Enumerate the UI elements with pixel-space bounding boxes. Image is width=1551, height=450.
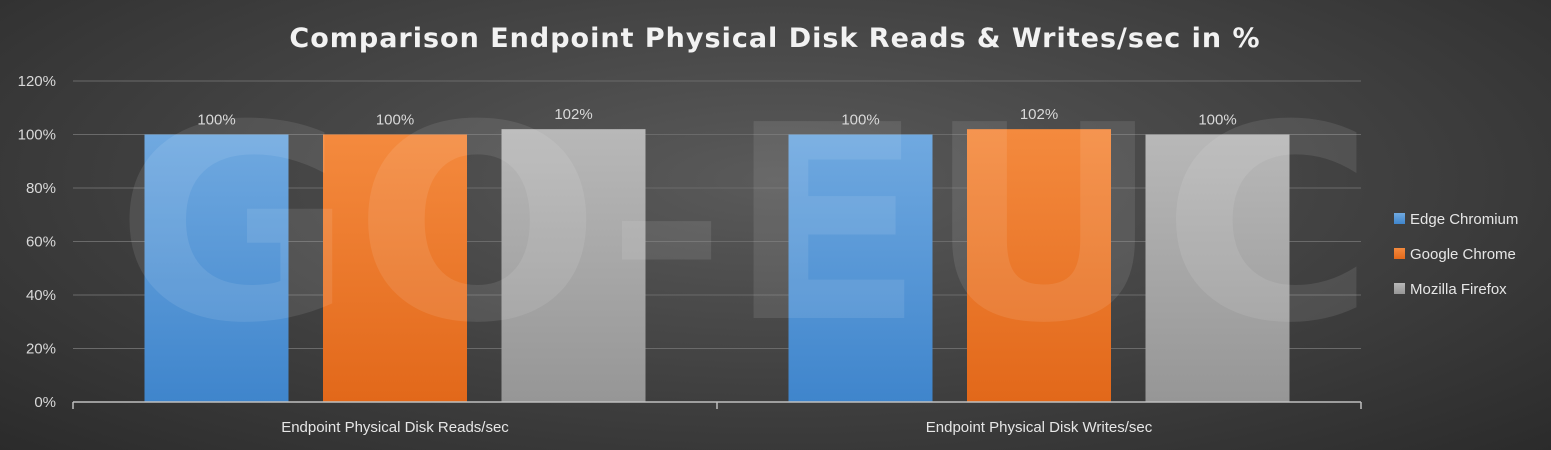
category-label: Endpoint Physical Disk Reads/sec [281, 419, 509, 436]
legend-label: Mozilla Firefox [1410, 281, 1507, 298]
legend-label: Google Chrome [1410, 246, 1516, 263]
data-label: 100% [841, 112, 879, 129]
y-tick-label: 80% [26, 180, 56, 197]
data-label: 100% [1198, 112, 1236, 129]
y-tick-label: 60% [26, 234, 56, 251]
y-tick-label: 0% [34, 394, 56, 411]
y-axis-ticks: 0% 20% 40% 60% 80% 100% 120% [18, 73, 56, 411]
data-label: 102% [1020, 106, 1058, 123]
category-label: Endpoint Physical Disk Writes/sec [926, 419, 1153, 436]
legend-swatch [1394, 283, 1405, 294]
legend-label: Edge Chromium [1410, 211, 1518, 228]
data-label: 100% [376, 112, 414, 129]
x-axis [72, 401, 1362, 409]
watermark-text: GO-EUC [115, 67, 1375, 382]
chart-title: Comparison Endpoint Physical Disk Reads … [289, 23, 1260, 54]
legend-swatch [1394, 213, 1405, 224]
chart: Comparison Endpoint Physical Disk Reads … [18, 23, 1519, 436]
watermark: GO-EUC [115, 67, 1375, 382]
category-labels: Endpoint Physical Disk Reads/sec Endpoint… [281, 419, 1153, 436]
data-label: 100% [197, 112, 235, 129]
y-tick-label: 120% [18, 73, 56, 90]
y-tick-label: 40% [26, 287, 56, 304]
legend: Edge Chromium Google Chrome Mozilla Firefo… [1394, 211, 1518, 298]
y-tick-label: 20% [26, 341, 56, 358]
y-tick-label: 100% [18, 127, 56, 144]
legend-swatch [1394, 248, 1405, 259]
data-label: 102% [554, 106, 592, 123]
